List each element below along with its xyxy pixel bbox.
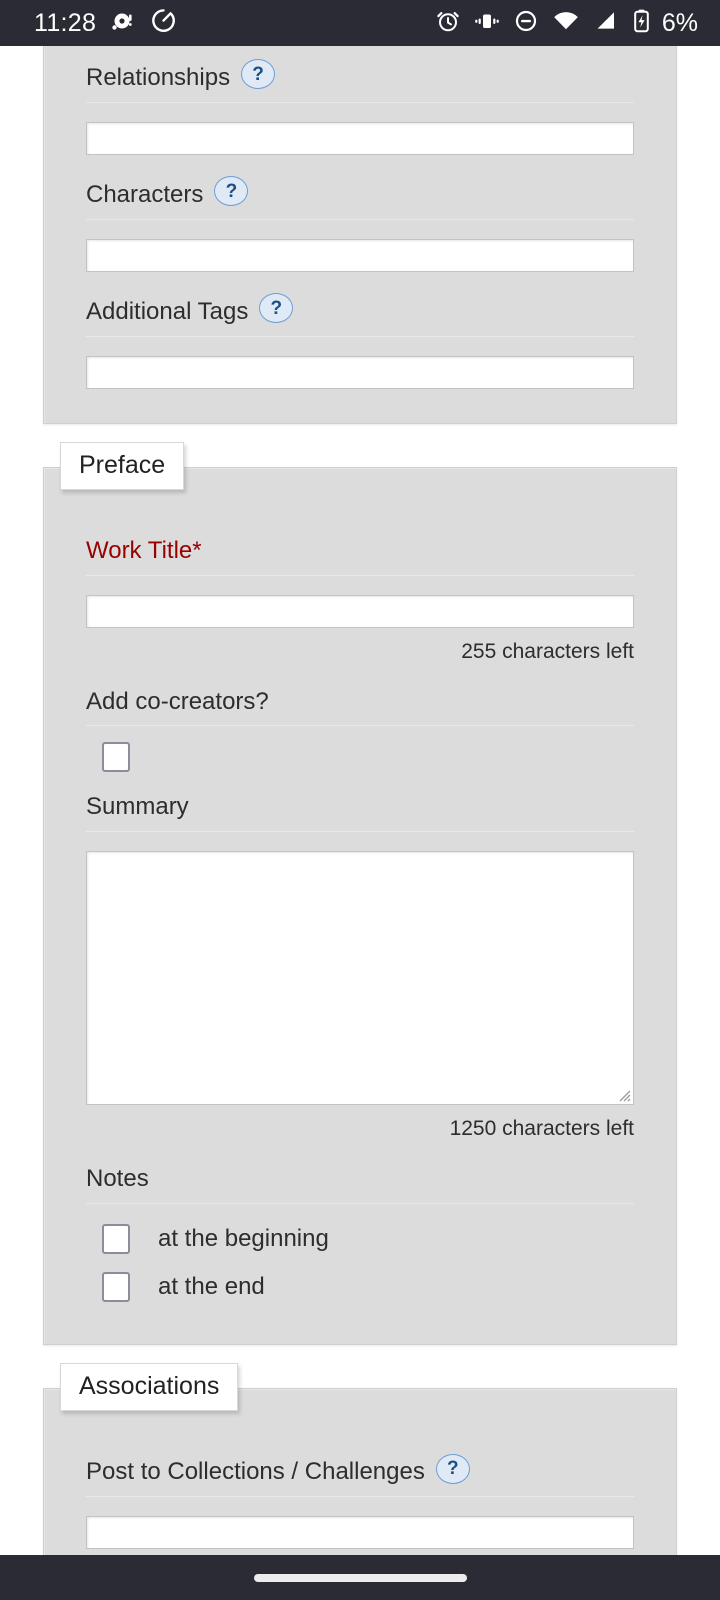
- summary-textarea-wrap: [86, 851, 634, 1106]
- notes-beginning-label: at the beginning: [158, 1225, 329, 1253]
- tags-fieldset: Relationships ? Characters ? Additional …: [43, 46, 677, 424]
- field-summary: Summary 1250 characters left: [44, 793, 676, 1141]
- preface-fieldset: Preface Work Title* 255 characters left …: [43, 441, 677, 1346]
- label-post-to-collections: Post to Collections / Challenges ?: [86, 1453, 634, 1497]
- notes-end-checkbox[interactable]: [102, 1272, 130, 1303]
- help-icon[interactable]: ?: [241, 59, 276, 90]
- status-bar: 11:28 6%: [0, 0, 720, 46]
- status-clock: 11:28: [34, 8, 97, 37]
- label-text: Additional Tags: [86, 297, 249, 325]
- summary-textarea[interactable]: [86, 851, 634, 1106]
- label-text: Relationships: [86, 64, 231, 91]
- label-text: Post to Collections / Challenges: [86, 1458, 425, 1486]
- relationships-input[interactable]: [86, 121, 634, 155]
- battery-charging-icon: [632, 8, 651, 39]
- notification-dot-icon: [110, 8, 136, 39]
- help-icon[interactable]: ?: [259, 293, 294, 324]
- field-notes: Notes at the beginning at the end: [44, 1165, 676, 1303]
- notes-option-beginning[interactable]: at the beginning: [86, 1224, 634, 1255]
- post-to-collections-input[interactable]: [86, 1516, 634, 1549]
- label-notes: Notes: [86, 1165, 634, 1205]
- field-relationships: Relationships ?: [44, 59, 676, 155]
- additional-tags-input[interactable]: [86, 355, 634, 389]
- home-gesture-pill[interactable]: [253, 1573, 467, 1582]
- vibrate-icon: [474, 8, 500, 39]
- co-creators-checkbox-row[interactable]: [86, 742, 634, 773]
- label-relationships: Relationships ?: [86, 59, 634, 103]
- preface-legend: Preface: [60, 441, 185, 490]
- label-additional-tags: Additional Tags ?: [86, 293, 634, 337]
- alarm-icon: [435, 8, 461, 39]
- label-characters: Characters ?: [86, 176, 634, 220]
- notes-beginning-checkbox[interactable]: [102, 1224, 130, 1255]
- associations-fieldset: Associations Post to Collections / Chall…: [43, 1363, 677, 1555]
- field-co-creators: Add co-creators?: [44, 688, 676, 773]
- notes-end-label: at the end: [158, 1273, 265, 1301]
- cellular-signal-icon: [593, 8, 619, 39]
- help-icon[interactable]: ?: [435, 1453, 470, 1484]
- field-work-title: Work Title* 255 characters left: [44, 537, 676, 664]
- associations-legend: Associations: [60, 1363, 239, 1412]
- navigation-bar: [0, 1555, 720, 1600]
- battery-percent-label: 6%: [661, 8, 698, 37]
- summary-char-count: 1250 characters left: [449, 1117, 634, 1141]
- status-bar-left: 11:28: [34, 7, 177, 39]
- characters-input[interactable]: [86, 238, 634, 272]
- help-icon[interactable]: ?: [214, 176, 249, 207]
- label-text: Characters: [86, 180, 204, 208]
- status-bar-right: 6%: [435, 8, 698, 39]
- data-saver-icon: [150, 7, 177, 39]
- field-additional-tags: Additional Tags ?: [44, 293, 676, 389]
- label-work-title: Work Title*: [86, 537, 634, 576]
- notes-option-end[interactable]: at the end: [86, 1272, 634, 1303]
- work-title-char-count: 255 characters left: [461, 639, 634, 663]
- field-post-to-collections: Post to Collections / Challenges ?: [44, 1453, 676, 1549]
- label-co-creators: Add co-creators?: [86, 688, 634, 727]
- scrollable-form-page[interactable]: Relationships ? Characters ? Additional …: [0, 46, 720, 1555]
- wifi-icon: [552, 8, 580, 39]
- do-not-disturb-icon: [513, 8, 539, 39]
- co-creators-checkbox[interactable]: [102, 742, 130, 773]
- work-title-input[interactable]: [86, 594, 634, 628]
- label-summary: Summary: [86, 793, 634, 833]
- field-characters: Characters ?: [44, 176, 676, 272]
